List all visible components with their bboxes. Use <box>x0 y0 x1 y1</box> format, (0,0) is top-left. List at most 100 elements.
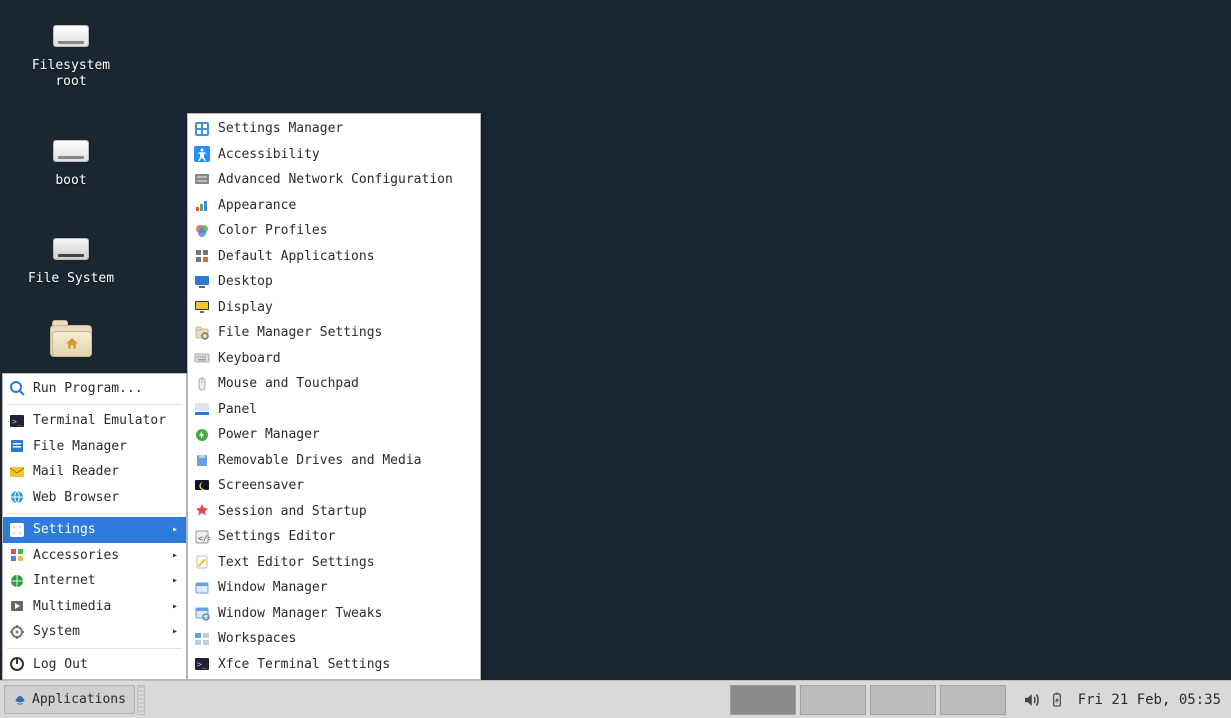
desktop-icons: Filesystemroot boot File System <box>20 20 122 363</box>
workspace-3[interactable] <box>870 685 936 715</box>
menu-item-default-applications[interactable]: Default Applications <box>188 244 480 270</box>
menu-item-accessibility[interactable]: Accessibility <box>188 142 480 168</box>
menu-item-mouse-and-touchpad[interactable]: Mouse and Touchpad <box>188 371 480 397</box>
system-icon <box>9 624 25 640</box>
menu-separator <box>7 404 182 405</box>
keyboard-icon <box>194 350 210 366</box>
volume-icon[interactable] <box>1020 689 1042 711</box>
file-mgr-settings-icon <box>194 325 210 341</box>
menu-item-settings-editor[interactable]: </>Settings Editor <box>188 524 480 550</box>
menu-item-label: Color Profiles <box>218 223 328 238</box>
menu-item-label: Accessories <box>33 548 119 563</box>
menu-item-label: Panel <box>218 402 257 417</box>
menu-item-system[interactable]: System ▸ <box>3 619 186 645</box>
menu-item-window-manager[interactable]: Window Manager <box>188 575 480 601</box>
settings-icon <box>9 522 25 538</box>
workspaces-icon <box>194 631 210 647</box>
menu-item-panel[interactable]: Panel <box>188 397 480 423</box>
desktop-icon-boot[interactable]: boot <box>20 135 122 189</box>
desktop-icon-home[interactable] <box>20 325 122 363</box>
menu-item-settings[interactable]: Settings ▸ <box>3 517 186 543</box>
menu-item-label: Mouse and Touchpad <box>218 376 359 391</box>
taskbar-clock[interactable]: Fri 21 Feb, 05:35 <box>1078 692 1221 708</box>
menu-item-label: Xfce Terminal Settings <box>218 657 390 672</box>
menu-separator <box>7 648 182 649</box>
desktop-icon-fs-root[interactable]: Filesystemroot <box>20 20 122 91</box>
accessibility-icon <box>194 146 210 162</box>
settings-manager-icon <box>194 121 210 137</box>
menu-item-web-browser[interactable]: Web Browser <box>3 485 186 511</box>
xfce-logo-icon <box>13 693 27 707</box>
menu-item-file-manager-settings[interactable]: File Manager Settings <box>188 320 480 346</box>
menu-item-desktop[interactable]: Desktop <box>188 269 480 295</box>
network-adv-icon <box>194 172 210 188</box>
menu-item-display[interactable]: Display <box>188 295 480 321</box>
workspace-2[interactable] <box>800 685 866 715</box>
menu-item-advanced-network-configuration[interactable]: Advanced Network Configuration <box>188 167 480 193</box>
menu-item-keyboard[interactable]: Keyboard <box>188 346 480 372</box>
menu-item-label: Removable Drives and Media <box>218 453 422 468</box>
menu-item-label: Screensaver <box>218 478 304 493</box>
menu-item-mail-reader[interactable]: Mail Reader <box>3 459 186 485</box>
default-apps-icon <box>194 248 210 264</box>
menu-item-internet[interactable]: Internet▸ <box>3 568 186 594</box>
accessories-icon <box>9 547 25 563</box>
menu-item-label: Default Applications <box>218 249 375 264</box>
menu-item-removable-drives-and-media[interactable]: Removable Drives and Media <box>188 448 480 474</box>
menu-item-multimedia[interactable]: Multimedia ▸ <box>3 594 186 620</box>
menu-item-power-manager[interactable]: Power Manager <box>188 422 480 448</box>
menu-item-label: Workspaces <box>218 631 296 646</box>
run-icon <box>9 380 25 396</box>
menu-item-label: Run Program... <box>33 381 143 396</box>
menu-item-settings-manager[interactable]: Settings Manager <box>188 116 480 142</box>
xfce-term-icon: >_ <box>194 656 210 672</box>
menu-item-text-editor-settings[interactable]: Text Editor Settings <box>188 550 480 576</box>
submenu-arrow-icon: ▸ <box>172 626 178 637</box>
menu-item-label: Web Browser <box>33 490 119 505</box>
menu-item-label: Desktop <box>218 274 273 289</box>
menu-item-appearance[interactable]: Appearance <box>188 193 480 219</box>
menu-item-label: Keyboard <box>218 351 281 366</box>
menu-item-session-and-startup[interactable]: Session and Startup <box>188 499 480 525</box>
menu-item-terminal-emulator[interactable]: >_Terminal Emulator <box>3 408 186 434</box>
menu-item-label: File Manager <box>33 439 127 454</box>
menu-item-label: Session and Startup <box>218 504 367 519</box>
menu-item-label: Power Manager <box>218 427 320 442</box>
menu-item-label: Mail Reader <box>33 464 119 479</box>
submenu-arrow-icon: ▸ <box>172 601 178 612</box>
menu-item-color-profiles[interactable]: Color Profiles <box>188 218 480 244</box>
applications-button[interactable]: Applications <box>4 685 135 714</box>
menu-item-screensaver[interactable]: Screensaver <box>188 473 480 499</box>
workspace-4[interactable] <box>940 685 1006 715</box>
desktop-icon-label: Filesystemroot <box>32 58 110 91</box>
menu-item-accessories[interactable]: Accessories ▸ <box>3 543 186 569</box>
menu-item-window-manager-tweaks[interactable]: Window Manager Tweaks <box>188 601 480 627</box>
desktop-icon-file-system[interactable]: File System <box>20 233 122 287</box>
power-icon[interactable] <box>1046 689 1068 711</box>
menu-item-workspaces[interactable]: Workspaces <box>188 626 480 652</box>
menu-item-label: File Manager Settings <box>218 325 382 340</box>
menu-item-label: Advanced Network Configuration <box>218 172 453 187</box>
menu-item-label: System <box>33 624 80 639</box>
submenu-arrow-icon: ▸ <box>172 550 178 561</box>
menu-item-label: Settings <box>33 522 96 537</box>
taskbar: Applications Fri 21 Feb, 05:35 <box>0 680 1231 718</box>
panel-handle[interactable] <box>137 685 145 715</box>
menu-item-label: Appearance <box>218 198 296 213</box>
menu-item-label: Text Editor Settings <box>218 555 375 570</box>
workspace-switcher <box>730 685 1006 715</box>
settings-editor-icon: </> <box>194 529 210 545</box>
menu-item-xfce-terminal-settings[interactable]: >_ Xfce Terminal Settings <box>188 652 480 678</box>
menu-item-file-manager[interactable]: File Manager <box>3 434 186 460</box>
workspace-1[interactable] <box>730 685 796 715</box>
submenu-arrow-icon: ▸ <box>172 524 178 535</box>
menu-item-label: Internet <box>33 573 96 588</box>
menu-item-label: Settings Manager <box>218 121 343 136</box>
wm-icon <box>194 580 210 596</box>
drive-icon <box>50 135 92 167</box>
desktop-icon-label: boot <box>55 173 86 189</box>
menu-item-label: Multimedia <box>33 599 111 614</box>
desktop-icon-label: File System <box>28 271 114 287</box>
menu-item-log-out[interactable]: Log Out <box>3 652 186 678</box>
menu-item-run-program[interactable]: Run Program... <box>3 376 186 402</box>
